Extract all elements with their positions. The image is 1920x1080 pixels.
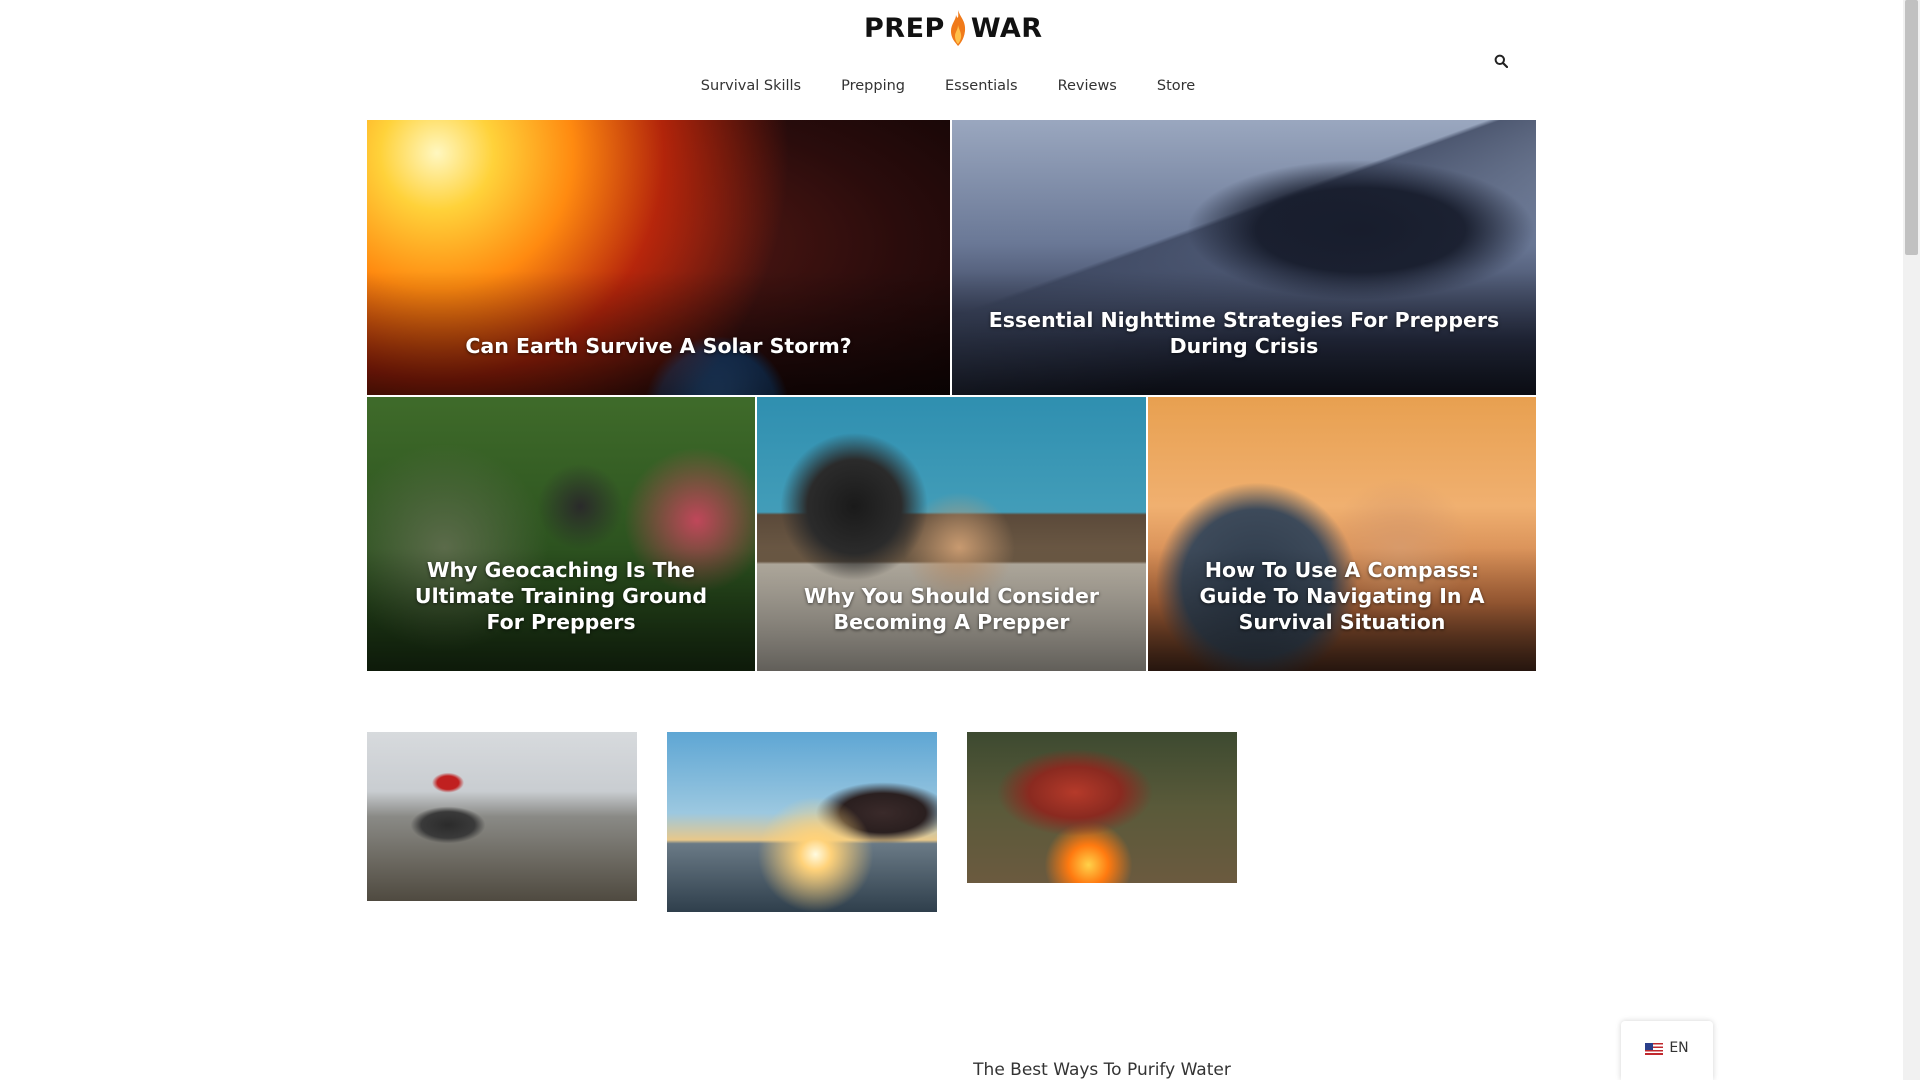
logo-text-war: WAR: [970, 12, 1043, 44]
search-icon: [1494, 54, 1508, 68]
featured-post-title[interactable]: Can Earth Survive A Solar Storm?: [437, 333, 879, 395]
page-scrollbar-thumb[interactable]: [1905, 0, 1918, 255]
nav-item-survival-skills[interactable]: Survival Skills: [701, 78, 801, 100]
post-thumbnail-fishing[interactable]: [667, 732, 937, 912]
post-thumbnail-hiker-city[interactable]: [367, 732, 637, 901]
featured-post-geocaching[interactable]: Why Geocaching Is The Ultimate Training …: [367, 397, 755, 671]
us-flag-icon: [1645, 1043, 1664, 1055]
featured-post-title[interactable]: How To Use A Compass: Guide To Navigatin…: [1148, 557, 1536, 671]
site-logo[interactable]: PREP WAR: [864, 8, 1043, 48]
nav-item-reviews[interactable]: Reviews: [1058, 78, 1117, 100]
featured-post-title[interactable]: Essential Nighttime Strategies For Prepp…: [952, 307, 1536, 395]
post-thumbnail-campfire-water[interactable]: [967, 732, 1237, 883]
flame-icon: [950, 10, 965, 46]
main-nav: Survival Skills Prepping Essentials Revi…: [0, 78, 1920, 100]
language-label: EN: [1669, 1040, 1689, 1056]
post-title-purify-water[interactable]: The Best Ways To Purify Water: [967, 1060, 1237, 1080]
featured-post-title[interactable]: Why You Should Consider Becoming A Prepp…: [757, 583, 1146, 671]
featured-post-title[interactable]: Why Geocaching Is The Ultimate Training …: [367, 557, 755, 671]
nav-item-store[interactable]: Store: [1157, 78, 1195, 100]
featured-post-nighttime-strategies[interactable]: Essential Nighttime Strategies For Prepp…: [952, 120, 1536, 395]
featured-post-compass[interactable]: How To Use A Compass: Guide To Navigatin…: [1148, 397, 1536, 671]
language-switcher[interactable]: EN: [1621, 1021, 1713, 1080]
nav-item-essentials[interactable]: Essentials: [945, 78, 1018, 100]
nav-item-prepping[interactable]: Prepping: [841, 78, 905, 100]
featured-post-solar-storm[interactable]: Can Earth Survive A Solar Storm?: [367, 120, 950, 395]
logo-text-prep: PREP: [864, 12, 945, 44]
featured-post-becoming-prepper[interactable]: Why You Should Consider Becoming A Prepp…: [757, 397, 1146, 671]
search-button[interactable]: [1490, 50, 1512, 72]
